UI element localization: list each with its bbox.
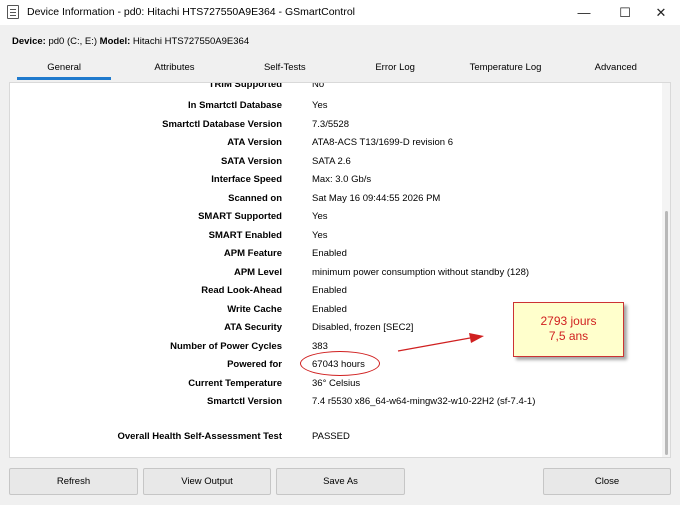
annotation-arrow xyxy=(397,333,484,352)
annotation-callout: 2793 jours 7,5 ans xyxy=(513,302,624,357)
annotation-days: 2793 jours xyxy=(540,314,597,328)
annotation-years: 7,5 ans xyxy=(548,329,589,343)
